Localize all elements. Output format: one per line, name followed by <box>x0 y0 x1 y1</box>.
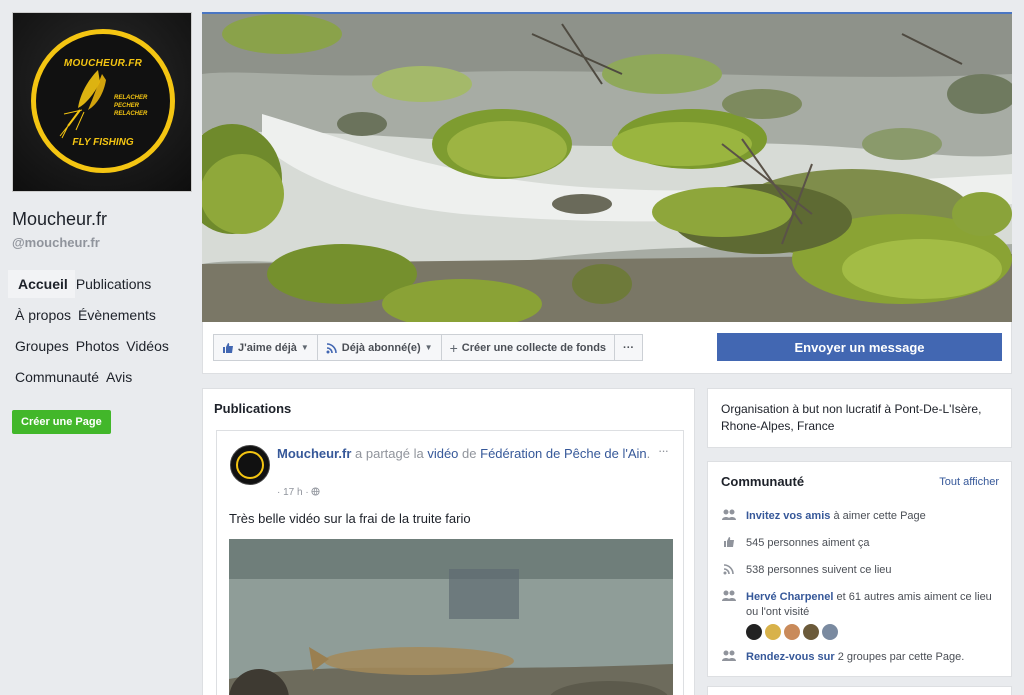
community-invite-row: Invitez vos amis à aimer cette Page <box>721 509 1003 524</box>
thumbs-up-icon <box>724 537 734 547</box>
action-buttons: J'aime déjà ▼ Déjà abonné(e) ▼ + Créer u… <box>213 334 644 361</box>
community-follows-row: 538 personnes suivent ce lieu <box>721 563 1003 578</box>
page-name[interactable]: Moucheur.fr <box>12 209 107 230</box>
avatar[interactable] <box>765 624 781 640</box>
rss-icon <box>326 342 337 353</box>
about-text: Organisation à but non lucratif à Pont-D… <box>721 402 982 433</box>
chevron-down-icon: ▼ <box>424 343 433 352</box>
plus-icon: + <box>449 339 458 356</box>
follows-count: 538 personnes suivent ce lieu <box>746 564 892 576</box>
avatar[interactable] <box>784 624 800 640</box>
post-card: Moucheur.fr a partagé la vidéo de Fédéra… <box>216 430 684 695</box>
chevron-down-icon: ▼ <box>300 343 309 352</box>
friends-icon <box>722 590 736 601</box>
nav-item-videos[interactable]: Vidéos <box>126 332 176 360</box>
publications-section: Publications Moucheur.fr a partagé la vi… <box>202 388 695 695</box>
nav-item-publications[interactable]: Publications <box>75 270 159 298</box>
globe-icon <box>311 487 321 496</box>
community-card: Communauté Tout afficher Invitez vos ami… <box>707 461 1012 677</box>
logo-mid-text: RELACHER PECHER RELACHER <box>114 95 148 117</box>
nav-item-accueil[interactable]: Accueil <box>8 269 75 298</box>
publications-title: Publications <box>214 401 292 416</box>
see-all-link[interactable]: Tout afficher <box>939 476 999 488</box>
follow-button[interactable]: Déjà abonné(e) ▼ <box>316 334 442 361</box>
nav-item-photos[interactable]: Photos <box>76 332 127 360</box>
likes-count: 545 personnes aiment ça <box>746 537 870 549</box>
friend-avatars <box>746 624 1003 640</box>
like-label: J'aime déjà <box>238 341 297 354</box>
logo-ring: MOUCHEUR.FR RELACHER PECHER RELACHER FLY… <box>31 29 175 173</box>
next-card <box>707 686 1012 695</box>
fundraiser-label: Créer une collecte de fonds <box>461 341 607 354</box>
post-timestamp[interactable]: · 17 h · <box>277 487 321 498</box>
cover-stream-image <box>202 14 1012 322</box>
about-card: Organisation à but non lucratif à Pont-D… <box>707 388 1012 448</box>
logo-bottom-text: FLY FISHING <box>72 137 134 148</box>
nav-item-evenements[interactable]: Évènements <box>78 301 163 329</box>
community-title: Communauté <box>721 474 805 489</box>
post-source-link[interactable]: Fédération de Pêche de l'Ain <box>480 446 647 461</box>
nav-item-avis[interactable]: Avis <box>106 363 139 391</box>
avatar[interactable] <box>803 624 819 640</box>
fundraiser-button[interactable]: + Créer une collecte de fonds <box>440 334 616 361</box>
post-header: Moucheur.fr a partagé la vidéo de Fédéra… <box>277 446 651 461</box>
community-likes-row: 545 personnes aiment ça <box>721 536 1003 551</box>
nav-item-groupes[interactable]: Groupes <box>8 332 76 360</box>
nav-item-a-propos[interactable]: À propos <box>8 301 78 329</box>
groups-link[interactable]: Rendez-vous sur <box>746 651 835 663</box>
friend-name-link[interactable]: Hervé Charpenel <box>746 591 833 603</box>
nav-item-communaute[interactable]: Communauté <box>8 363 106 391</box>
avatar[interactable] <box>746 624 762 640</box>
post-author-link[interactable]: Moucheur.fr <box>277 446 351 461</box>
community-friends-row: Hervé Charpenel et 61 autres amis aiment… <box>721 590 1003 640</box>
page-nav: Accueil Publications À propos Évènements… <box>8 268 198 392</box>
post-video-link[interactable]: vidéo <box>427 446 458 461</box>
more-options-button[interactable]: ··· <box>614 334 644 361</box>
more-icon: ··· <box>623 341 635 354</box>
post-options-button[interactable]: ··· <box>658 443 669 458</box>
like-button[interactable]: J'aime déjà ▼ <box>213 334 318 361</box>
create-page-button[interactable]: Créer une Page <box>12 410 111 434</box>
follow-label: Déjà abonné(e) <box>341 341 421 354</box>
friends-icon <box>722 650 736 661</box>
post-text: Très belle vidéo sur la frai de la truit… <box>229 511 471 526</box>
video-underwater-image <box>229 539 673 695</box>
profile-picture[interactable]: MOUCHEUR.FR RELACHER PECHER RELACHER FLY… <box>12 12 192 192</box>
post-video[interactable] <box>229 539 673 695</box>
rss-icon <box>723 564 734 575</box>
send-message-button[interactable]: Envoyer un message <box>717 333 1002 361</box>
page-handle[interactable]: @moucheur.fr <box>12 235 100 250</box>
cover-photo[interactable] <box>202 12 1012 322</box>
invite-friends-link[interactable]: Invitez vos amis <box>746 510 830 522</box>
thumbs-up-icon <box>223 342 233 353</box>
page-action-bar: J'aime déjà ▼ Déjà abonné(e) ▼ + Créer u… <box>202 322 1012 374</box>
friends-icon <box>722 509 736 520</box>
avatar[interactable] <box>230 445 270 485</box>
post-shared-text: a partagé la <box>355 446 424 461</box>
community-groups-row: Rendez-vous sur 2 groupes par cette Page… <box>721 650 1003 665</box>
post-of-text: de <box>462 446 477 461</box>
left-column: MOUCHEUR.FR RELACHER PECHER RELACHER FLY… <box>0 0 200 695</box>
avatar[interactable] <box>822 624 838 640</box>
